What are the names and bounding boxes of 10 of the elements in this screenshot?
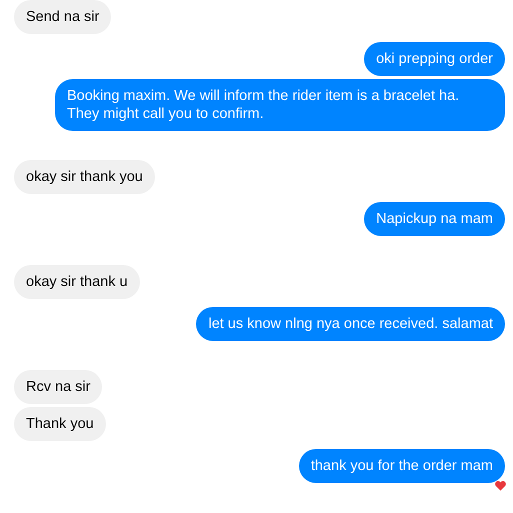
message-bubble: Napickup na mam	[364, 202, 505, 236]
message-bubble: thank you for the order mam	[298, 449, 505, 483]
message-bubble: Booking maxim. We will inform the rider item is a bracelet ha. They might call you to confirm.	[55, 79, 505, 131]
message-bubble: Send na sir	[14, 0, 112, 34]
message-bubble: let us know nlng nya once received. salamat	[196, 307, 505, 341]
message-bubble: oki prepping order	[364, 42, 505, 76]
message-bubble: okay sir thank u	[14, 265, 140, 299]
message-bubble: Thank you	[14, 407, 106, 441]
message-bubble: okay sir thank you	[14, 160, 155, 194]
message-bubble: Rcv na sir	[14, 370, 102, 404]
